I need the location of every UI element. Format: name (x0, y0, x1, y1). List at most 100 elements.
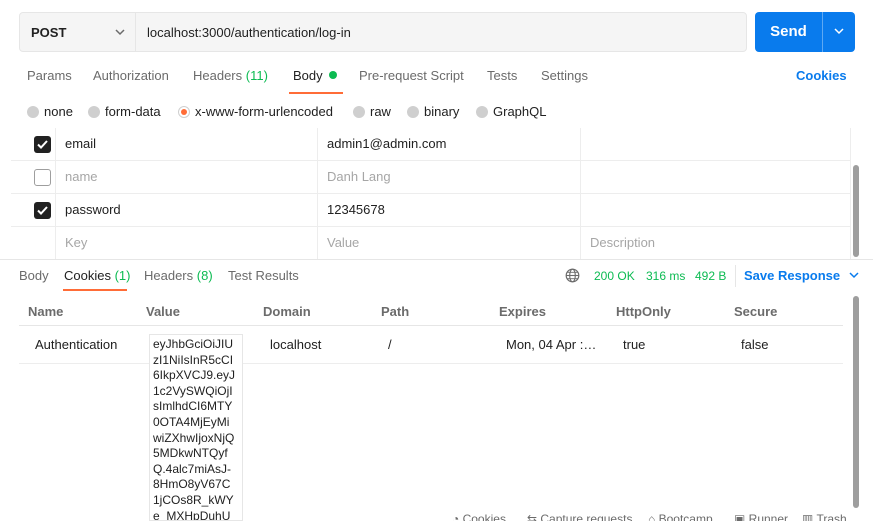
key-cell[interactable]: password (56, 194, 318, 227)
cookie-value-line: 1jCOs8R_kWY (153, 492, 234, 507)
value-input[interactable]: Value (318, 227, 581, 259)
param-value: Danh Lang (327, 169, 391, 184)
footer-cookies-button[interactable]: ◔ Cookies (452, 512, 506, 521)
radio-raw-dot-icon (353, 106, 365, 118)
save-response-button[interactable]: Save Response (744, 268, 860, 283)
send-options-chevron-icon[interactable] (823, 21, 855, 44)
response-time[interactable]: 316 ms (646, 269, 685, 283)
chevron-down-icon (849, 272, 859, 279)
radio-form-data[interactable]: form-data (88, 104, 161, 119)
response-tab-body[interactable]: Body (19, 268, 49, 283)
footer-runner-label: Runner (748, 512, 789, 521)
tab-params[interactable]: Params (27, 68, 72, 83)
key-cell[interactable]: email (56, 128, 318, 161)
table-row: Authentication localhost / Mon, 04 Apr :… (19, 326, 843, 364)
radio-form-data-dot-icon (88, 106, 100, 118)
description-placeholder: Description (590, 235, 656, 250)
radio-urlencoded-label: x-www-form-urlencoded (195, 104, 333, 119)
checkbox-checked[interactable] (34, 136, 51, 153)
body-modified-dot-icon (328, 71, 337, 79)
footer-runner-button[interactable]: ▣ Runner (734, 512, 788, 521)
footer-capture-button[interactable]: ⇆ Capture requests (527, 512, 632, 521)
trash-icon: ▥ (802, 512, 817, 521)
radio-urlencoded-selected-dot-icon (178, 106, 190, 118)
key-cell[interactable]: name (56, 161, 318, 194)
response-size[interactable]: 492 B (695, 269, 726, 283)
radio-binary-dot-icon (407, 106, 419, 118)
column-httponly-header: HttpOnly (616, 304, 671, 319)
radio-raw[interactable]: raw (353, 104, 391, 119)
response-tab-headers[interactable]: Headers (8) (144, 268, 213, 283)
response-scrollbar[interactable] (853, 296, 859, 508)
footer-capture-label: Capture requests (540, 512, 633, 521)
cookie-value-line: 6IkpXVCJ9.eyJ (153, 368, 236, 383)
radio-urlencoded[interactable]: x-www-form-urlencoded (178, 104, 333, 119)
key-input[interactable]: Key (56, 227, 318, 259)
param-key: name (65, 169, 98, 184)
url-input[interactable]: localhost:3000/authentication/log-in (147, 25, 351, 40)
param-value: admin1@admin.com (327, 136, 447, 151)
globe-icon[interactable] (565, 268, 580, 286)
cookie-value-line: 8HmO8yV67C (153, 477, 231, 492)
param-value: 12345678 (327, 202, 385, 217)
footer-trash-button[interactable]: ▥ Trash (802, 512, 847, 521)
tab-authorization[interactable]: Authorization (93, 68, 169, 83)
tab-body-label: Body (293, 68, 323, 83)
response-tab-test-results[interactable]: Test Results (228, 268, 299, 283)
table-row-new: Key Value Description (11, 227, 851, 259)
value-cell[interactable]: admin1@admin.com (318, 128, 581, 161)
radio-graphql-label: GraphQL (493, 104, 547, 119)
response-tab-headers-count: (8) (196, 268, 213, 283)
cookie-path: / (388, 337, 392, 352)
cookie-httponly: true (623, 337, 646, 352)
description-cell[interactable] (581, 194, 851, 227)
column-secure-header: Secure (734, 304, 778, 319)
value-placeholder: Value (327, 235, 360, 250)
radio-none-dot-icon (27, 106, 39, 118)
request-scrollbar[interactable] (853, 165, 859, 257)
response-tab-cookies-label: Cookies (64, 268, 111, 283)
cookie-value-line: 1c2VySWQiOjI (153, 383, 233, 398)
radio-binary[interactable]: binary (407, 104, 459, 119)
param-key: password (65, 202, 121, 217)
column-value-header: Value (146, 304, 180, 319)
value-cell[interactable]: 12345678 (318, 194, 581, 227)
tab-body-underline (289, 92, 343, 94)
tab-pre-request-script[interactable]: Pre-request Script (359, 68, 464, 83)
tab-settings[interactable]: Settings (541, 68, 588, 83)
description-cell[interactable] (581, 128, 851, 161)
checkbox-unchecked[interactable] (34, 169, 51, 186)
value-cell[interactable]: Danh Lang (318, 161, 581, 194)
pane-divider[interactable] (0, 259, 873, 260)
cookie-secure: false (741, 337, 769, 352)
radio-none[interactable]: none (27, 104, 73, 119)
tab-tests[interactable]: Tests (487, 68, 517, 83)
footer-bootcamp-button[interactable]: ⌂ Bootcamp (648, 512, 713, 521)
send-button[interactable]: Send (755, 12, 855, 52)
send-label: Send (770, 23, 807, 40)
cookie-domain: localhost (270, 337, 322, 352)
tab-body[interactable]: Body (293, 68, 337, 83)
footer-bootcamp-label: Bootcamp (658, 512, 713, 521)
bootcamp-icon: ⌂ (648, 512, 659, 521)
key-placeholder: Key (65, 235, 88, 250)
response-status[interactable]: 200 OK (594, 269, 635, 283)
method-select[interactable]: POST (20, 13, 136, 51)
column-name-header: Name (28, 304, 64, 319)
save-response-label: Save Response (744, 268, 841, 283)
tab-headers[interactable]: Headers (11) (193, 68, 268, 83)
checkbox-checked[interactable] (34, 202, 51, 219)
url-bar: POST localhost:3000/authentication/log-i… (19, 12, 747, 52)
response-tab-cookies[interactable]: Cookies (1) (64, 268, 130, 283)
checkbox-cell (11, 194, 56, 227)
cookies-link[interactable]: Cookies (796, 68, 847, 83)
description-cell[interactable] (581, 161, 851, 194)
cookies-table-header: Name Value Domain Path Expires HttpOnly … (19, 298, 843, 326)
checkbox-cell (11, 128, 56, 161)
description-input[interactable]: Description (581, 227, 851, 259)
cookie-value[interactable]: eyJhbGciOiJIU zI1NiIsInR5cCI 6IkpXVCJ9.e… (149, 334, 243, 521)
cookie-value-line: eyJhbGciOiJIU (153, 337, 234, 351)
radio-graphql[interactable]: GraphQL (476, 104, 546, 119)
capture-icon: ⇆ (527, 512, 541, 521)
radio-binary-label: binary (424, 104, 460, 119)
